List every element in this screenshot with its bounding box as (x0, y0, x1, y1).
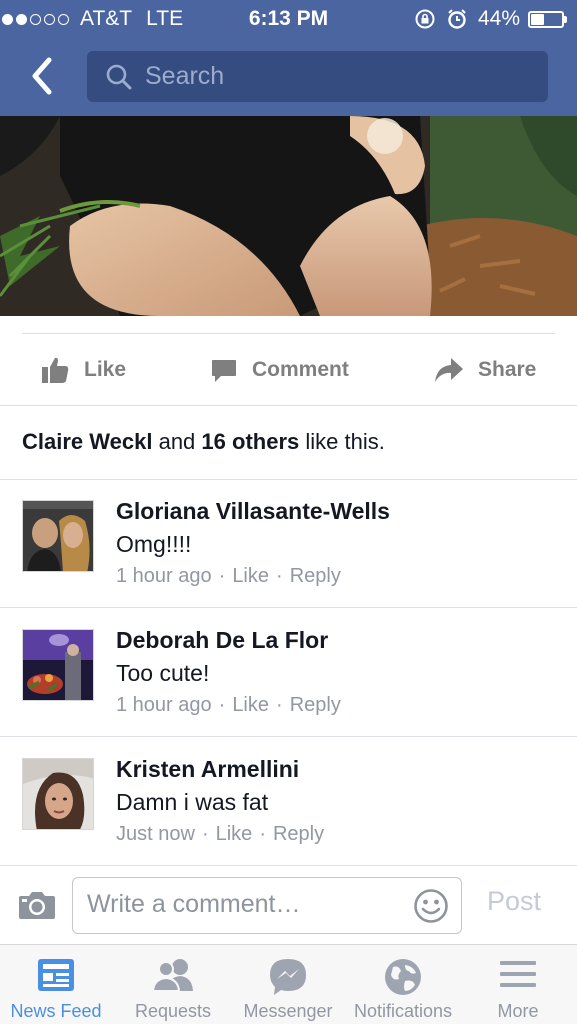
share-label: Share (478, 358, 537, 381)
top-header: AT&T LTE 6:13 PM 44% (0, 0, 577, 116)
comment-reply-link[interactable]: Reply (273, 823, 324, 846)
liker-name[interactable]: Claire Weckl (22, 429, 152, 454)
comment-reply-link[interactable]: Reply (290, 694, 341, 717)
comment-meta: 1 hour ago · Like · Reply (116, 694, 341, 717)
search-input[interactable] (145, 62, 525, 91)
tab-bar: News Feed Requests Messenger Notificatio… (0, 944, 577, 1024)
comment-author[interactable]: Deborah De La Flor (116, 627, 328, 654)
separator-dot: · (218, 694, 226, 716)
photo-image (0, 116, 577, 316)
comment-author[interactable]: Gloriana Villasante-Wells (116, 498, 390, 525)
globe-icon (385, 959, 421, 995)
tab-news-feed[interactable]: News Feed (0, 945, 112, 1024)
comment-item: Deborah De La Flor Too cute! 1 hour ago … (0, 608, 577, 736)
tab-messenger[interactable]: Messenger (232, 945, 344, 1024)
news-feed-icon (38, 959, 74, 991)
comment-meta: 1 hour ago · Like · Reply (116, 565, 341, 588)
tab-label: News Feed (10, 1001, 102, 1021)
messenger-icon (270, 959, 306, 995)
status-bar: AT&T LTE 6:13 PM 44% (0, 0, 577, 38)
comment-composer: Post (0, 865, 577, 945)
avatar-image (23, 630, 93, 700)
share-button[interactable]: Share (434, 334, 536, 406)
comment-icon (212, 360, 236, 382)
separator-dot: · (201, 823, 209, 845)
avatar[interactable] (22, 758, 94, 830)
requests-icon (151, 959, 193, 992)
comment-item: Kristen Armellini Damn i was fat Just no… (0, 737, 577, 865)
comment-time: 1 hour ago (116, 565, 212, 587)
comment-field[interactable] (72, 877, 462, 934)
comment-text: Too cute! (116, 660, 210, 686)
tab-more[interactable]: More (462, 945, 574, 1024)
comment-reply-link[interactable]: Reply (290, 565, 341, 588)
comment-label: Comment (252, 358, 349, 381)
share-arrow-icon (435, 358, 463, 382)
avatar-image (23, 501, 93, 571)
post-photo[interactable] (0, 116, 577, 316)
post-button[interactable]: Post (487, 886, 541, 917)
tab-requests[interactable]: Requests (117, 945, 229, 1024)
avatar[interactable] (22, 500, 94, 572)
comment-input[interactable] (87, 890, 397, 919)
separator-dot: · (218, 565, 226, 587)
status-right: 44% (414, 7, 567, 31)
alarm-icon (448, 9, 466, 29)
avatar[interactable] (22, 629, 94, 701)
comment-author[interactable]: Kristen Armellini (116, 756, 299, 783)
comment-like-link[interactable]: Like (216, 823, 253, 846)
tab-label: More (497, 1001, 539, 1021)
rotation-lock-icon (415, 9, 435, 29)
like-label: Like (84, 358, 127, 381)
separator-dot: · (259, 823, 266, 845)
comment-like-link[interactable]: Like (232, 694, 269, 717)
likes-joiner: and (158, 429, 196, 454)
comment-text: Damn i was fat (116, 789, 269, 815)
battery-icon (528, 10, 564, 28)
likes-others[interactable]: 16 others (201, 429, 299, 454)
battery-tip (564, 15, 567, 23)
comment-button[interactable]: Comment (210, 334, 349, 406)
smiley-icon (414, 889, 448, 923)
tab-notifications[interactable]: Notifications (347, 945, 459, 1024)
thumbs-up-icon (42, 357, 69, 383)
emoji-button[interactable] (413, 888, 449, 929)
separator-dot: · (276, 694, 283, 716)
likes-suffix: like this. (305, 429, 385, 454)
camera-button[interactable] (18, 890, 56, 925)
separator-dot: · (276, 565, 283, 587)
tab-label: Requests (134, 1001, 212, 1021)
back-button[interactable] (20, 52, 64, 100)
comment-meta: Just now · Like · Reply (116, 823, 324, 846)
camera-icon (19, 892, 55, 919)
tab-label: Messenger (243, 1001, 333, 1021)
comment-like-link[interactable]: Like (232, 565, 269, 588)
likes-summary[interactable]: Claire Weckl and 16 others like this. (22, 429, 385, 455)
like-button[interactable]: Like (40, 334, 126, 406)
comment-time: Just now (116, 823, 195, 845)
chevron-left-icon (32, 57, 52, 95)
post-action-bar: Like Comment Share (0, 334, 577, 406)
comment-text: Omg!!!! (116, 531, 192, 557)
comment-item: Gloriana Villasante-Wells Omg!!!! 1 hour… (0, 479, 577, 607)
tab-label: Notifications (353, 1001, 453, 1021)
avatar-image (23, 759, 93, 829)
menu-icon (500, 961, 536, 987)
search-icon (106, 64, 132, 89)
battery-percent: 44% (477, 7, 520, 30)
comment-time: 1 hour ago (116, 694, 212, 716)
search-bar[interactable] (87, 51, 548, 102)
